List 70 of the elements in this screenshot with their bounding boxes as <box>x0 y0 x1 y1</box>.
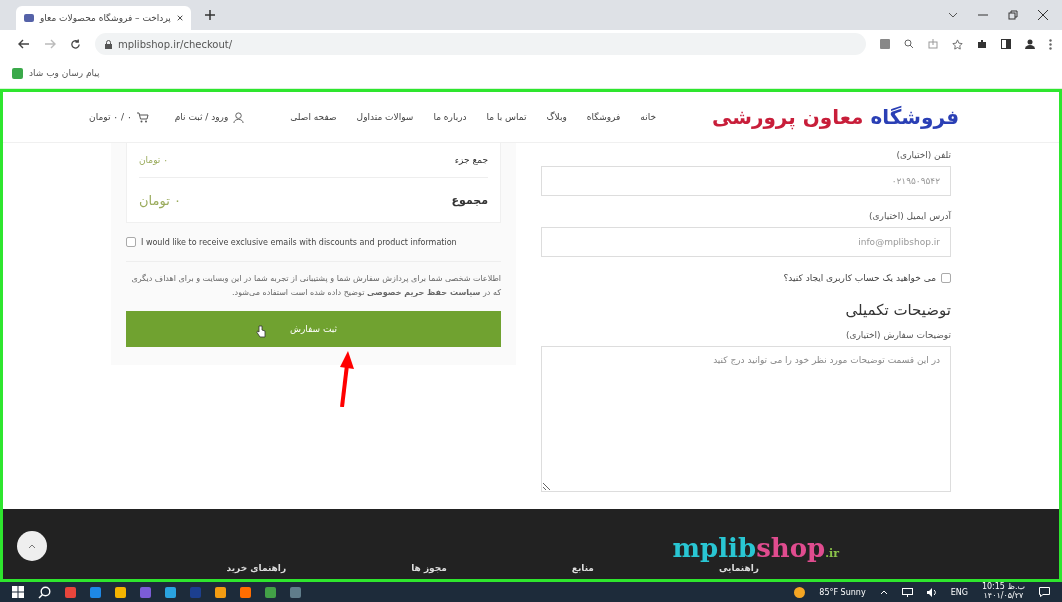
language-indicator[interactable]: ENG <box>950 587 968 597</box>
taskbar-app-icon[interactable] <box>290 586 301 598</box>
footer-heading: مجوز ها <box>411 563 447 573</box>
close-icon[interactable] <box>176 14 183 22</box>
speaker-icon[interactable] <box>926 587 937 597</box>
login-link[interactable]: ورود / ثبت نام <box>174 111 245 123</box>
taskbar-app-icon[interactable] <box>240 586 251 598</box>
taskbar-app-icon[interactable] <box>90 586 101 598</box>
nav-link[interactable]: صفحه اصلی <box>290 112 337 122</box>
clock-time[interactable]: 10:15 ب.ظ <box>981 583 1025 592</box>
user-icon <box>233 111 245 123</box>
cart-link[interactable]: ۰ / ۰ تومان <box>89 111 149 123</box>
summary-amount: ۰ تومان <box>139 155 169 165</box>
new-tab-icon[interactable] <box>205 10 215 20</box>
footer-logo[interactable]: mplibshop.ir <box>672 533 839 563</box>
menu-icon[interactable] <box>1049 38 1052 50</box>
privacy-text: اطلاعات شخصی شما برای پردازش سفارش شما و پشتیبانی از تجربه شما در این وبسایت و برای اهداف دیگری که در سیاست حفظ حریم خصوصی توضیح داده شده است استفاده می‌شود. <box>130 273 501 299</box>
section-title: توضیحات تکمیلی <box>844 301 951 319</box>
app-icon <box>12 67 23 79</box>
chevron-up-icon[interactable] <box>879 589 888 595</box>
star-icon[interactable] <box>952 38 963 50</box>
notification-icon[interactable] <box>1039 587 1050 597</box>
taskbar-app-icon[interactable] <box>115 586 126 598</box>
close-icon[interactable] <box>1038 10 1048 20</box>
field-label: توضیحات سفارش (اختیاری) <box>844 330 951 340</box>
windows-start-icon[interactable] <box>12 586 24 598</box>
lock-icon <box>105 39 112 49</box>
arrow-annotation <box>338 351 354 408</box>
clock-date[interactable]: ۱۴۰۱/۰۵/۲۷ <box>983 592 1024 601</box>
site-logo[interactable]: فروشگاه معاون پرورشی <box>712 105 959 129</box>
side-panel-icon[interactable] <box>1001 39 1011 49</box>
newsletter-checkbox[interactable]: I would like to receive exclusive emails with discounts and product information <box>126 237 501 247</box>
site-favicon-icon <box>24 14 34 22</box>
chevron-down-icon[interactable] <box>948 12 958 18</box>
browser-tab[interactable]: پرداخت – فروشگاه محصولات معاو <box>16 6 191 30</box>
footer-heading: راهنمایی <box>718 563 759 573</box>
summary-amount: ۰ تومان <box>139 192 181 208</box>
profile-icon[interactable] <box>1025 39 1035 49</box>
nav-link[interactable]: وبلاگ <box>546 112 567 122</box>
chevron-up-icon <box>28 543 36 549</box>
search-icon[interactable] <box>38 585 51 599</box>
nav-link[interactable]: درباره ما <box>433 112 467 122</box>
address-bar[interactable]: mplibshop.ir/checkout/ <box>95 33 866 55</box>
taskbar-app-icon[interactable] <box>265 586 276 598</box>
order-notes-field[interactable]: در این قسمت توضیحات مورد نظر خود را می توانید درج کنید <box>541 346 951 492</box>
reload-icon[interactable] <box>70 38 81 50</box>
scroll-to-top-button[interactable] <box>17 531 47 561</box>
taskbar-app-icon[interactable] <box>215 586 226 598</box>
bookmark-item[interactable]: پیام رسان وب شاد <box>12 67 100 79</box>
tab-title: پرداخت – فروشگاه محصولات معاو <box>40 13 171 23</box>
nav-link[interactable]: سوالات متداول <box>356 112 414 122</box>
footer-heading: راهنمای خرید <box>226 563 287 573</box>
summary-label: مجموع <box>451 193 488 207</box>
summary-label: جمع جزء <box>454 155 488 165</box>
network-icon[interactable] <box>901 587 913 597</box>
footer-heading: منابع <box>571 563 594 573</box>
nav-link[interactable]: تماس با ما <box>486 112 527 122</box>
taskbar-app-icon[interactable] <box>165 586 176 598</box>
taskbar-app-icon[interactable] <box>65 586 76 598</box>
nav-link[interactable]: فروشگاه <box>586 112 621 122</box>
restore-icon[interactable] <box>1008 10 1018 20</box>
back-icon[interactable] <box>18 39 30 49</box>
create-account-checkbox[interactable]: می خواهید یک حساب کاربری ایجاد کنید؟ <box>541 273 951 283</box>
sun-icon <box>794 586 806 598</box>
weather-text[interactable]: 85°F Sunny <box>819 587 866 597</box>
field-label: تلفن (اختیاری) <box>895 150 951 160</box>
hand-cursor-icon <box>256 325 266 339</box>
field-label: آدرس ایمیل (اختیاری) <box>868 211 951 221</box>
cart-icon <box>136 111 149 123</box>
nav-link[interactable]: خانه <box>640 112 656 122</box>
